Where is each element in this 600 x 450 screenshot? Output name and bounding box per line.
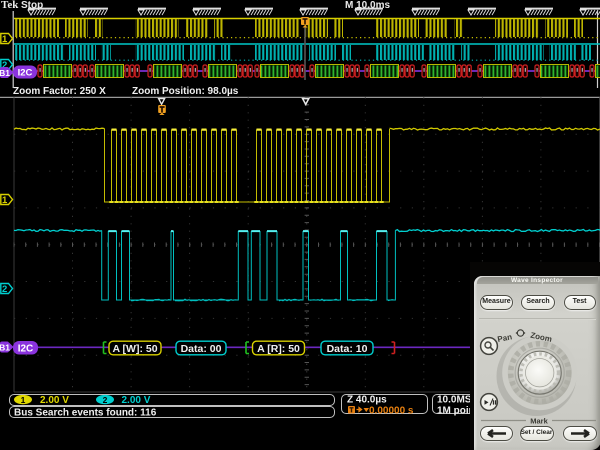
svg-text:Z 40.0µs: Z 40.0µs	[347, 395, 387, 406]
svg-text:2.00 V: 2.00 V	[122, 395, 151, 406]
svg-text:1: 1	[21, 395, 26, 405]
svg-text:2.00 V: 2.00 V	[40, 395, 69, 406]
svg-text:2: 2	[103, 395, 108, 405]
svg-text:Bus Search events found: 116: Bus Search events found: 116	[14, 407, 157, 418]
svg-text:Pan: Pan	[496, 332, 512, 344]
svg-text:0.00000 s: 0.00000 s	[369, 405, 414, 416]
svg-text:Mark: Mark	[530, 417, 548, 426]
